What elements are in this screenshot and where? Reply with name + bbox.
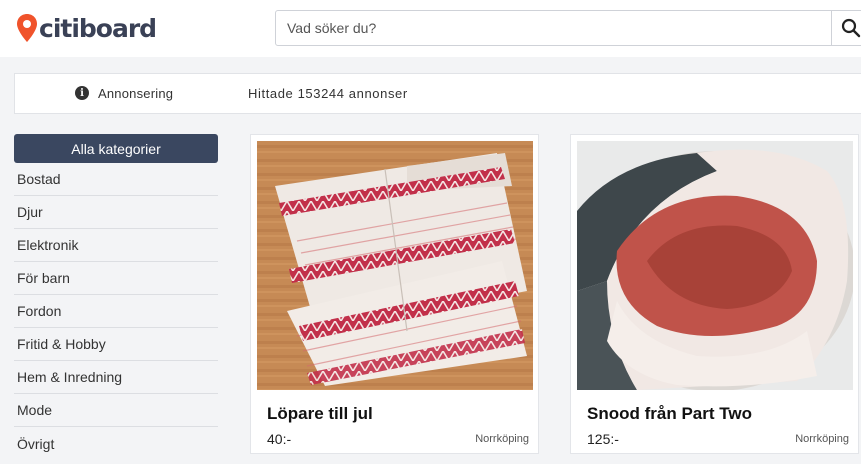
listing-title[interactable]: Löpare till jul	[267, 404, 373, 424]
category-item-elektronik[interactable]: Elektronik	[14, 229, 218, 262]
listing-image[interactable]	[257, 141, 533, 390]
knitted-snood-photo	[577, 141, 853, 390]
search-placeholder: Vad söker du?	[287, 20, 377, 36]
category-item-mode[interactable]: Mode	[14, 394, 218, 427]
category-item-for-barn[interactable]: För barn	[14, 262, 218, 295]
search-button[interactable]	[831, 10, 861, 46]
citiboard-logo[interactable]: citiboard	[16, 12, 157, 44]
site-header: citiboard Vad söker du?	[0, 0, 861, 57]
listing-location: Norrköping	[475, 433, 529, 445]
logo-text: citiboard	[39, 13, 157, 43]
location-pin-icon	[17, 14, 37, 42]
listing-title[interactable]: Snood från Part Two	[587, 404, 752, 424]
listing-price: 125:-	[587, 431, 619, 447]
listing-card[interactable]: Snood från Part Two 125:- Norrköping	[570, 134, 859, 454]
info-icon[interactable]: i	[75, 86, 89, 100]
category-item-ovrigt[interactable]: Övrigt	[14, 427, 218, 460]
category-item-djur[interactable]: Djur	[14, 196, 218, 229]
results-count: Hittade 153244 annonser	[248, 86, 408, 101]
results-info-bar: i Annonsering Hittade 153244 annonser	[14, 73, 861, 114]
category-list: Bostad Djur Elektronik För barn Fordon F…	[14, 163, 218, 460]
search-icon	[841, 18, 861, 38]
listing-location: Norrköping	[795, 433, 849, 445]
listing-card[interactable]: Löpare till jul 40:- Norrköping	[250, 134, 539, 454]
listing-price: 40:-	[267, 431, 292, 447]
listing-image[interactable]	[577, 141, 853, 390]
category-item-fordon[interactable]: Fordon	[14, 295, 218, 328]
category-item-hem-inredning[interactable]: Hem & Inredning	[14, 361, 218, 394]
woven-table-runner-photo	[257, 141, 533, 390]
category-item-fritid-hobby[interactable]: Fritid & Hobby	[14, 328, 218, 361]
category-item-bostad[interactable]: Bostad	[14, 163, 218, 196]
search-input[interactable]: Vad söker du?	[275, 10, 835, 46]
all-categories-button[interactable]: Alla kategorier	[14, 134, 218, 163]
ad-label[interactable]: Annonsering	[98, 86, 173, 101]
